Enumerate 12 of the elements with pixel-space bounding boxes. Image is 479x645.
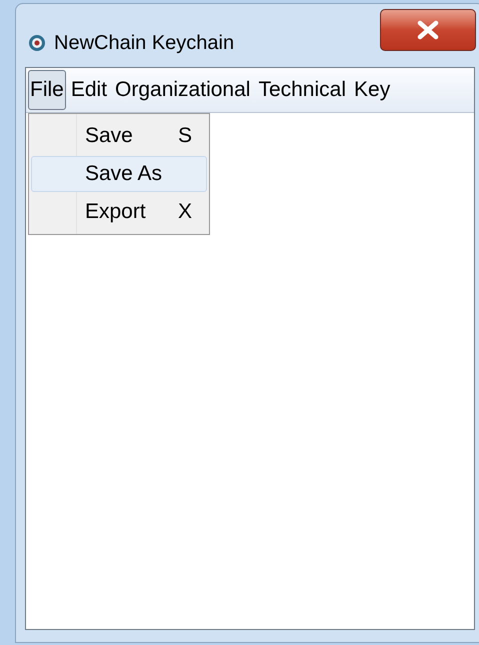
menu-item[interactable]: Key — [351, 70, 394, 110]
menu-item[interactable]: Technical — [255, 70, 350, 110]
menu-item[interactable]: File — [28, 70, 66, 110]
dropdown-item[interactable]: Save S — [31, 118, 207, 154]
menu-item[interactable]: Organizational — [112, 70, 254, 110]
menu-item[interactable]: Edit — [68, 70, 110, 110]
close-icon — [417, 20, 439, 40]
window-title: NewChain Keychain — [54, 31, 234, 56]
close-button[interactable] — [380, 9, 476, 51]
dropdown-item[interactable]: Save As — [31, 156, 207, 192]
dropdown-item[interactable]: Export X — [31, 194, 207, 230]
app-icon — [28, 34, 46, 52]
